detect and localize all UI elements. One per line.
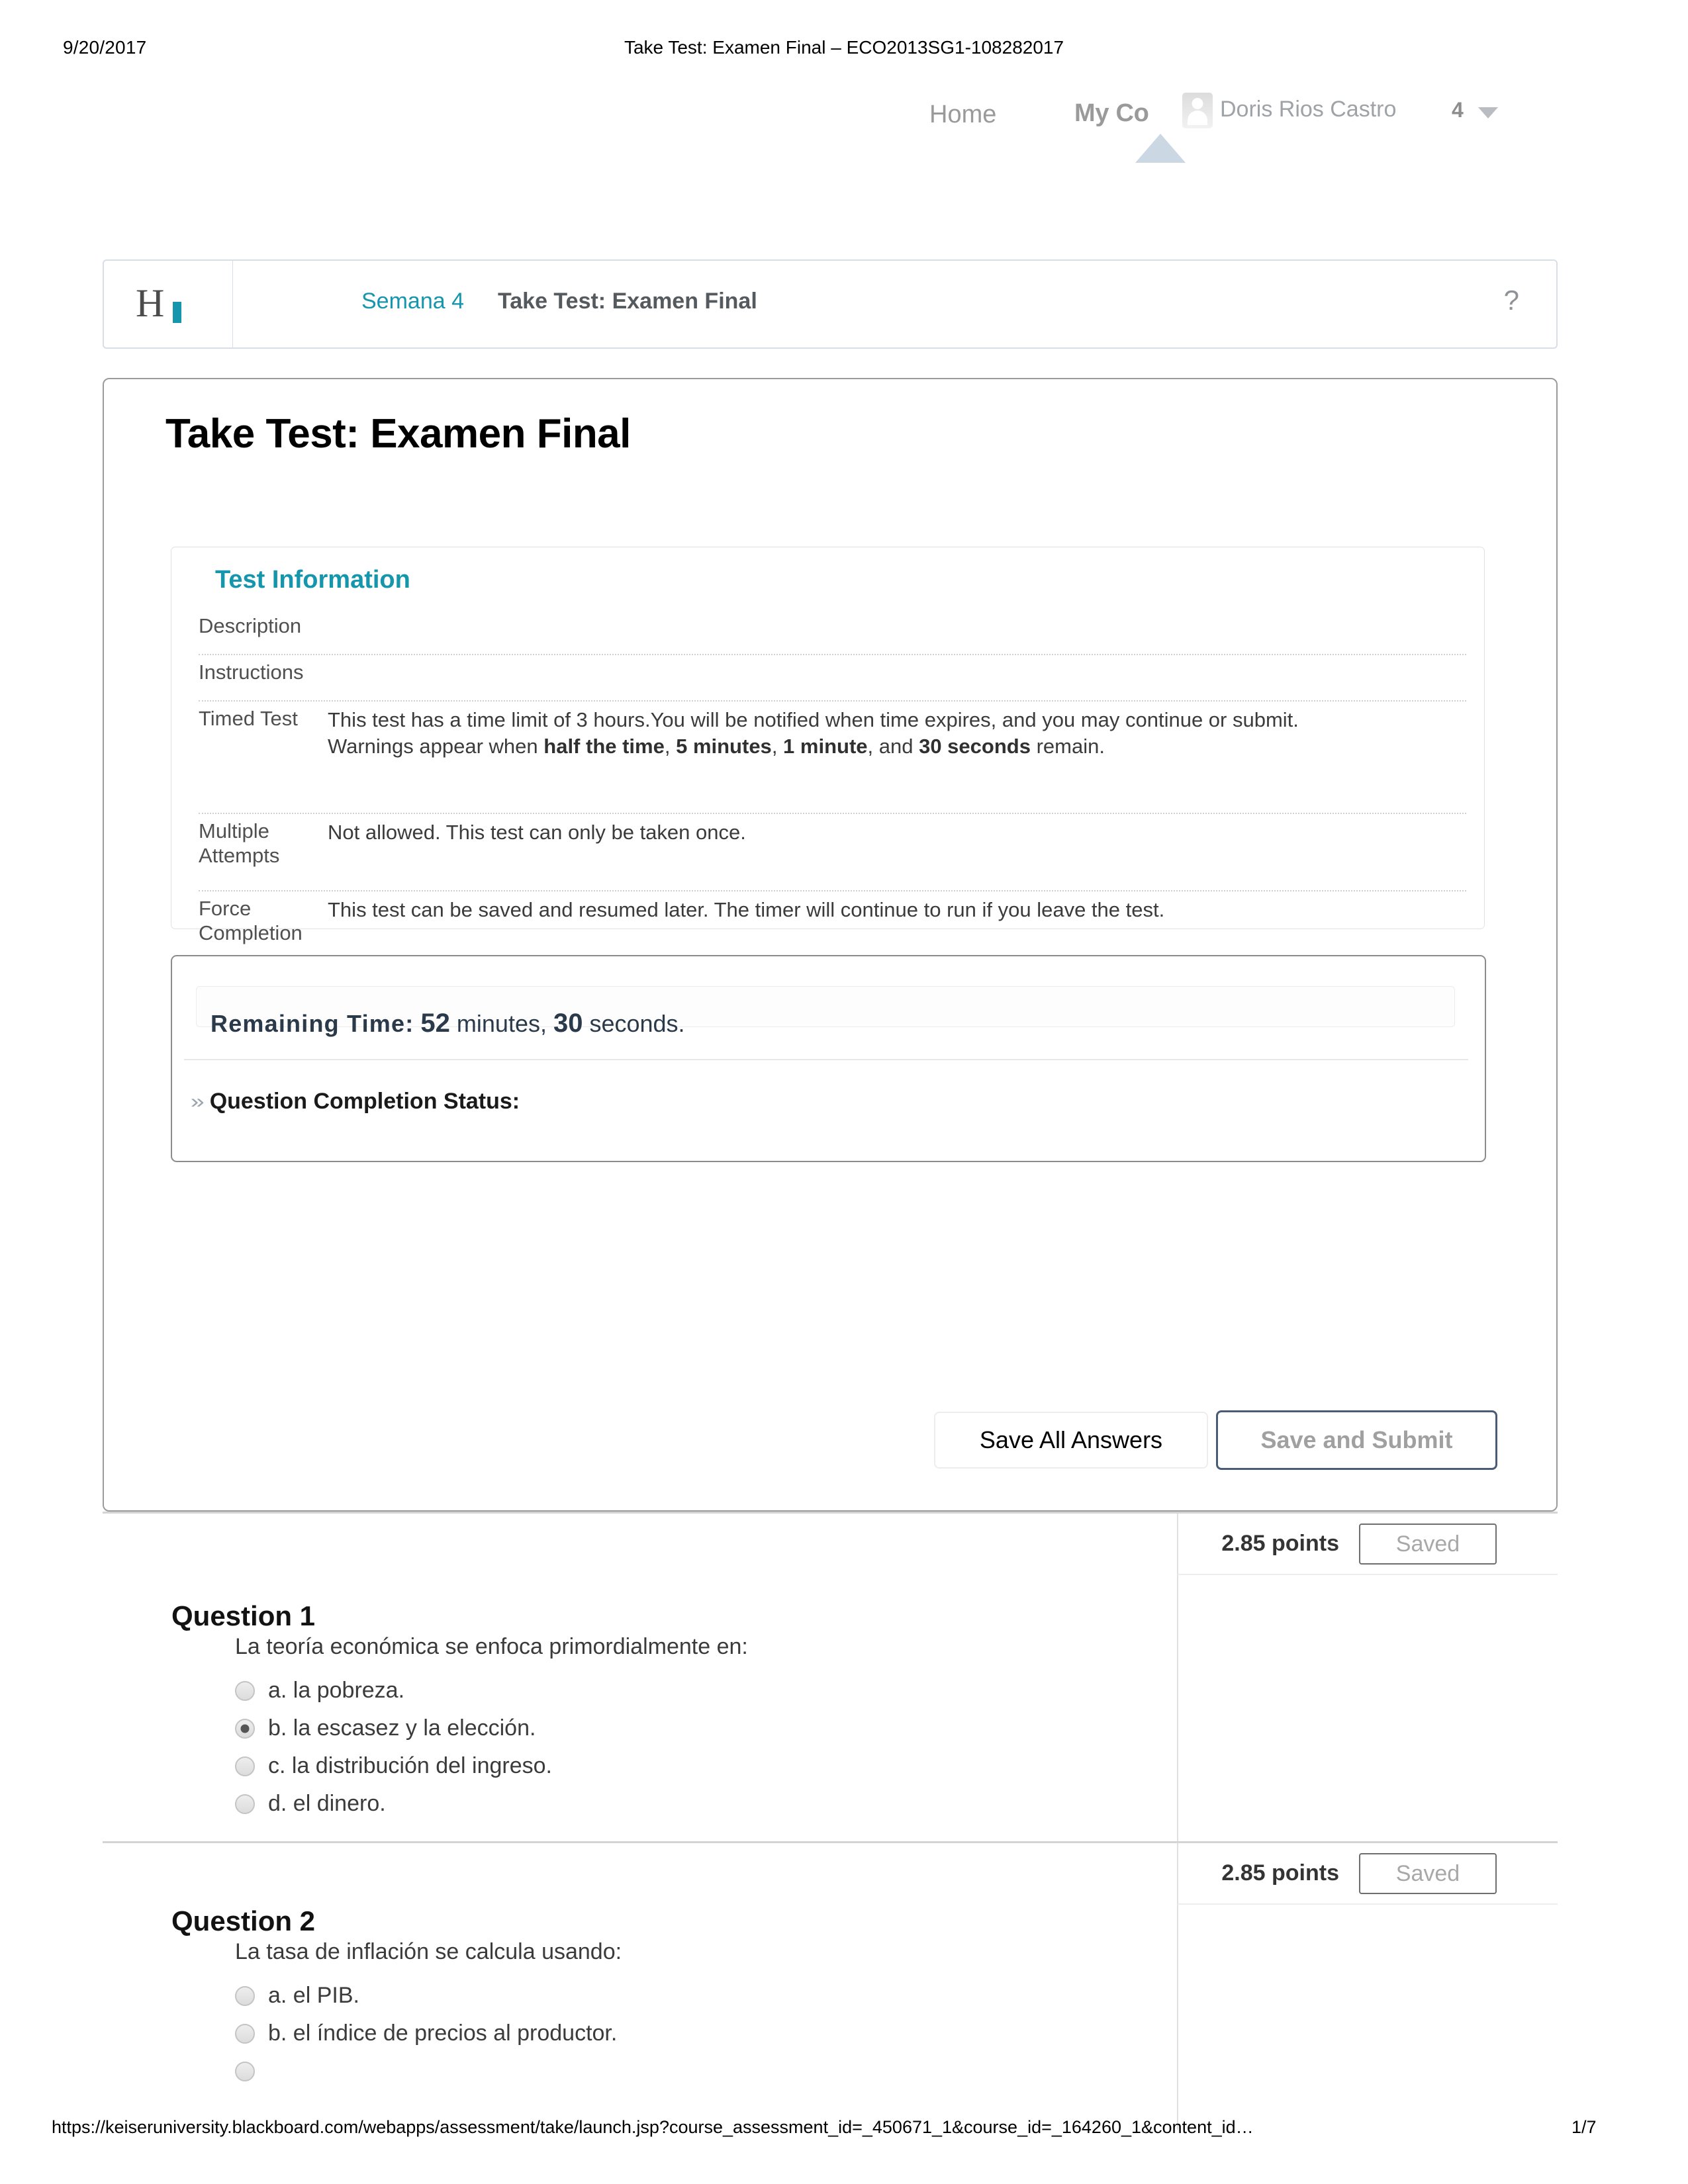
question-status-card: 2.85 points Saved [1177,1514,1558,1575]
row-label-instructions: Instructions [199,660,304,684]
top-navigation: Home My Co Doris Rios Castro 4 [0,93,1688,172]
list-item[interactable]: a. la pobreza. [235,1672,748,1709]
chevron-down-icon[interactable] [1478,107,1498,118]
nav-my-courses-link[interactable]: My Co [1074,99,1149,128]
radio-button-icon[interactable] [235,2061,255,2081]
list-item[interactable]: a. el PIB. [235,1977,622,2015]
timed-test-line-1: This test has a time limit of 3 hours.Yo… [328,708,1299,731]
warn-suffix: remain. [1030,735,1105,758]
question-completion-status[interactable]: » Question Completion Status: [191,1089,520,1115]
question-completion-status-label: Question Completion Status: [209,1089,520,1114]
answer-option-list: a. el PIB. b. el índice de precios al pr… [235,1977,622,2090]
minutes-word: minutes, [449,1010,553,1037]
footer-page-number: 1/7 [1571,2117,1597,2137]
divider [184,1059,1468,1060]
row-label-timed-test: Timed Test [199,707,298,730]
row-label-description: Description [199,614,302,637]
option-label: b. el índice de precios al productor. [268,2021,618,2046]
radio-button-icon[interactable] [235,1718,255,1739]
remaining-seconds: 30 [553,1009,583,1038]
warn-half-time: half the time [543,735,665,758]
radio-button-icon[interactable] [235,1794,255,1814]
breadcrumb-item-semana-4[interactable]: Semana 4 [361,289,464,314]
page-title: Take Test: Examen Final [165,411,631,457]
print-page-title: Take Test: Examen Final – ECO2013SG1-108… [624,37,1064,58]
list-item[interactable] [235,2052,622,2090]
question-stem: La teoría económica se enfoca primordial… [235,1634,748,1659]
timed-test-line-2: Warnings appear when half the time, 5 mi… [328,733,1466,760]
list-item[interactable]: b. el índice de precios al productor. [235,2015,622,2052]
notification-count[interactable]: 4 [1452,98,1464,122]
warn-prefix: Warnings appear when [328,735,544,758]
table-row: Instructions [199,655,1466,702]
warn-30-seconds: 30 seconds [919,735,1031,758]
status-badge[interactable]: Saved [1359,1852,1497,1894]
logo-accent-mark-icon [173,302,181,323]
answer-option-list: a. la pobreza. b. la escasez y la elecci… [235,1672,748,1823]
option-label: a. el PIB. [268,1983,359,2008]
option-label: a. la pobreza. [268,1678,405,1703]
row-value-description [328,609,1466,647]
question-status-card: 2.85 points Saved [1177,1843,1558,1905]
row-value-multiple-attempts: Not allowed. This test can only be taken… [328,821,746,844]
logo-letter: H [136,281,165,325]
question-title: Question 2 [171,1905,316,1936]
question-block: 2.85 points Saved Question 2 La tasa de … [103,1841,1558,2130]
breadcrumb-bar: Semana 4 Take Test: Examen Final ? [232,259,1558,349]
question-points: 2.85 points [1221,1860,1339,1886]
question-stem: La tasa de inflación se calcula usando: [235,1939,622,1964]
radio-button-icon[interactable] [235,1985,255,2006]
question-body: La tasa de inflación se calcula usando: … [235,1939,622,2090]
list-item[interactable]: b. la escasez y la elección. [235,1709,748,1747]
print-header: 9/20/2017 Take Test: Examen Final – ECO2… [0,37,1688,64]
table-row: Force Completion This test can be saved … [199,891,1466,964]
question-body: La teoría económica se enfoca primordial… [235,1634,748,1823]
footer-url: https://keiseruniversity.blackboard.com/… [52,2117,1254,2137]
remaining-time-label: Remaining Time: [211,1010,414,1037]
question-title: Question 1 [171,1600,316,1631]
warn-sep-3: , and [867,735,919,758]
row-value-force-completion: This test can be saved and resumed later… [328,898,1165,921]
seconds-word: seconds. [583,1010,685,1037]
institution-logo[interactable]: H [103,259,232,349]
breadcrumb: H Semana 4 Take Test: Examen Final ? [103,259,1558,352]
table-row: Multiple Attempts Not allowed. This test… [199,814,1466,891]
help-icon[interactable]: ? [1504,285,1519,316]
triangle-up-indicator-icon [1135,134,1186,163]
radio-button-icon[interactable] [235,1756,255,1776]
list-item[interactable]: c. la distribución del ingreso. [235,1747,748,1785]
save-all-answers-button[interactable]: Save All Answers [934,1412,1208,1469]
option-label: c. la distribución del ingreso. [268,1753,553,1778]
radio-button-icon[interactable] [235,1680,255,1701]
row-value-timed-test: This test has a time limit of 3 hours.Yo… [328,702,1466,806]
save-and-submit-button[interactable]: Save and Submit [1216,1410,1497,1470]
remaining-minutes: 52 [420,1009,450,1038]
question-block: 2.85 points Saved Question 1 La teoría e… [103,1512,1558,1841]
warn-5-minutes: 5 minutes [676,735,772,758]
nav-user-name[interactable]: Doris Rios Castro [1220,97,1396,122]
status-badge[interactable]: Saved [1359,1523,1497,1565]
option-label: b. la escasez y la elección. [268,1715,536,1741]
test-information-table: Description Instructions Timed Test This… [199,609,1466,964]
table-row: Timed Test This test has a time limit of… [199,702,1466,814]
test-information-heading: Test Information [215,566,410,594]
chevron-double-down-icon[interactable]: » [191,1091,205,1112]
list-item[interactable]: d. el dinero. [235,1785,748,1823]
print-footer: https://keiseruniversity.blackboard.com/… [0,2117,1688,2144]
warn-sep-1: , [664,735,677,758]
warn-sep-2: , [771,735,784,758]
row-label-multiple-attempts: Multiple Attempts [199,819,280,867]
option-label: d. el dinero. [268,1791,386,1816]
remaining-time-text: Remaining Time: 52 minutes, 30 seconds. [211,1009,685,1038]
row-value-instructions [328,655,1466,694]
table-row: Description [199,609,1466,655]
breadcrumb-item-current: Take Test: Examen Final [498,289,757,314]
warn-1-minute: 1 minute [783,735,868,758]
user-avatar-icon[interactable] [1182,93,1213,128]
nav-home-link[interactable]: Home [929,101,996,129]
radio-button-icon[interactable] [235,2023,255,2044]
row-label-force-completion: Force Completion [199,897,303,944]
question-points: 2.85 points [1221,1531,1339,1556]
